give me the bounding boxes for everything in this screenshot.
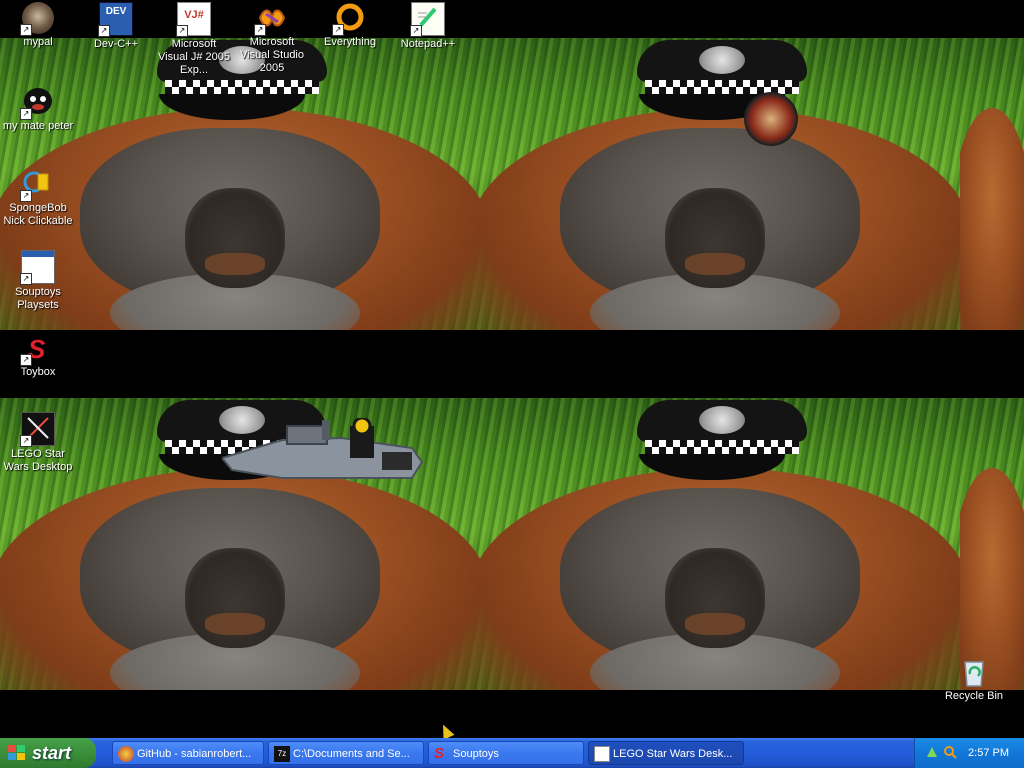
- desktop-icon-vj-express[interactable]: VJ# ↗ Microsoft Visual J# 2005 Exp...: [156, 2, 232, 77]
- desktop-icon-label: Microsoft Visual Studio 2005: [239, 36, 304, 74]
- souptoys-icon: ↗: [20, 250, 55, 285]
- desktop-icon-label: Dev-C++: [93, 38, 139, 50]
- desktop-icon-souptoys-playsets[interactable]: ↗ Souptoys Playsets: [0, 250, 76, 312]
- vj-icon: VJ# ↗: [176, 2, 211, 37]
- police-hat: [637, 400, 807, 482]
- devcpp-icon: DEV ↗: [98, 2, 133, 37]
- desktop-icon-label: LEGO Star Wars Desktop: [3, 448, 73, 473]
- desktop-icon-toybox[interactable]: S ↗ Toybox: [0, 332, 76, 379]
- desktop-icon-label: Recycle Bin: [944, 690, 1004, 702]
- task-label: Souptoys: [453, 748, 499, 760]
- search-tray-icon[interactable]: [943, 745, 957, 759]
- clock[interactable]: 2:57 PM: [968, 738, 1009, 768]
- notepadpp-icon: ↗: [410, 2, 445, 37]
- task-label: GitHub - sabianrobert...: [137, 748, 252, 760]
- shortcut-arrow-icon: ↗: [20, 24, 32, 36]
- recycle-bin-icon: [958, 656, 990, 688]
- taskbar-button-explorer[interactable]: 7z C:\Documents and Se...: [268, 741, 424, 765]
- desktop-icon-label: Everything: [324, 36, 376, 48]
- start-label: start: [32, 743, 72, 763]
- lego-speeder-toy[interactable]: [220, 416, 427, 486]
- taskbar: start GitHub - sabianrobert... 7z C:\Doc…: [0, 738, 1024, 768]
- desktop-toy-badge[interactable]: [744, 92, 798, 146]
- system-tray: 2:57 PM: [914, 738, 1024, 768]
- souptoys-task-icon: S: [434, 745, 445, 762]
- spongebob-icon: ↗: [20, 168, 54, 202]
- desktop-icon-mypal[interactable]: ↗ mypal: [0, 2, 76, 49]
- desktop-icon-everything[interactable]: ↗ Everything: [312, 2, 388, 49]
- desktop-icon-label: Toybox: [20, 366, 56, 378]
- desktop-icon-label: mypal: [23, 36, 53, 48]
- wallpaper-tile: [960, 398, 1024, 690]
- windows-flag-icon: [8, 745, 26, 761]
- lego-icon: ↗: [20, 412, 55, 447]
- desktop-icon-devcpp[interactable]: DEV ↗ Dev-C++: [78, 2, 154, 51]
- desktop-icon-my-mate-peter[interactable]: ↗ my mate peter: [0, 86, 76, 133]
- taskbar-button-lego-star-wars[interactable]: LEGO Star Wars Desk...: [588, 741, 744, 765]
- vs2005-icon: ↗: [254, 2, 288, 36]
- 7zip-icon: 7z: [274, 746, 290, 762]
- taskbar-button-souptoys[interactable]: S Souptoys: [428, 741, 584, 765]
- desktop-icon-label: my mate peter: [2, 120, 74, 132]
- task-label: LEGO Star Wars Desk...: [613, 748, 733, 760]
- peter-icon: ↗: [20, 86, 54, 120]
- desktop-icon-vs2005[interactable]: ↗ Microsoft Visual Studio 2005: [234, 2, 310, 75]
- task-label: C:\Documents and Se...: [293, 748, 410, 760]
- taskbar-button-github[interactable]: GitHub - sabianrobert...: [112, 741, 264, 765]
- desktop-icon-label: Notepad++: [400, 38, 456, 50]
- desktop-icon-label: Microsoft Visual J# 2005 Exp...: [158, 38, 230, 76]
- network-icon[interactable]: [925, 745, 939, 759]
- window-icon: [594, 746, 610, 762]
- desktop-icon-label: Souptoys Playsets: [15, 286, 61, 311]
- wallpaper-tile: [960, 38, 1024, 330]
- desktop-icon-lego-star-wars[interactable]: ↗ LEGO Star Wars Desktop: [0, 412, 76, 474]
- everything-icon: ↗: [332, 2, 366, 36]
- desktop-icon-spongebob[interactable]: ↗ SpongeBob Nick Clickable: [0, 168, 76, 228]
- desktop-icon-notepadpp[interactable]: ↗ Notepad++: [390, 2, 466, 51]
- desktop-icon-label: SpongeBob Nick Clickable: [3, 202, 73, 227]
- toybox-icon: S ↗: [20, 332, 54, 366]
- start-button[interactable]: start: [0, 738, 96, 768]
- browser-icon: [118, 746, 134, 762]
- mypal-icon: ↗: [20, 2, 54, 36]
- desktop-icon-recycle-bin[interactable]: Recycle Bin: [936, 656, 1012, 703]
